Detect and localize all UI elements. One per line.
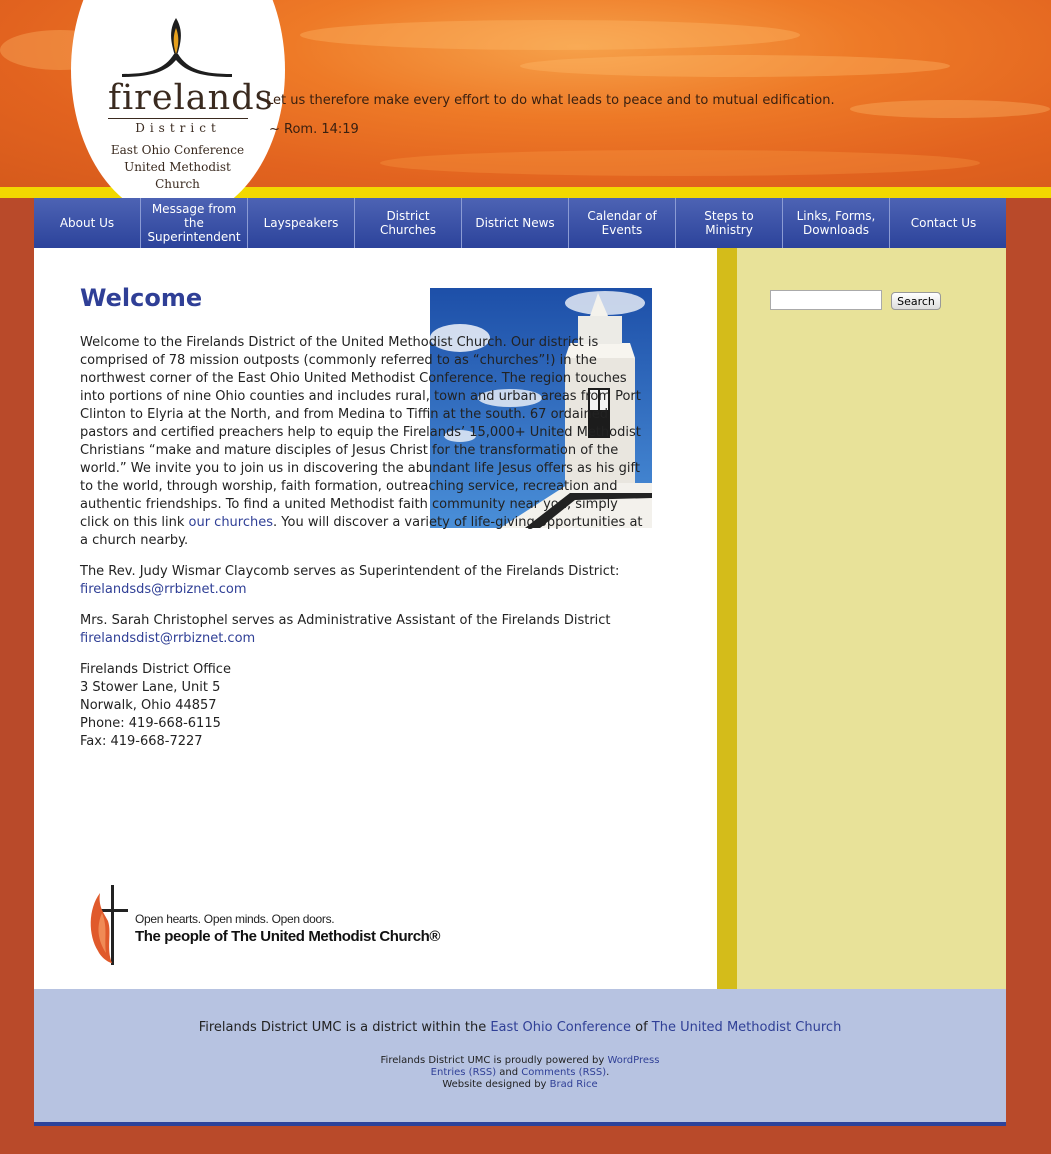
logo-conference-line2: United Methodist Church xyxy=(124,160,231,191)
intro-text: Welcome to the Firelands District of the… xyxy=(80,335,641,530)
nav-steps-to-ministry[interactable]: Steps to Ministry xyxy=(676,198,783,248)
office-street: 3 Stower Lane, Unit 5 xyxy=(80,680,221,695)
flame-hands-logo-icon xyxy=(122,18,232,77)
designed-text: Website designed by xyxy=(442,1079,550,1090)
east-ohio-conference-link[interactable]: East Ohio Conference xyxy=(490,1020,631,1035)
footer-powered-line: Firelands District UMC is proudly powere… xyxy=(34,1055,1006,1067)
umc-cross-flame-logo: Open hearts. Open minds. Open doors. The… xyxy=(84,883,444,967)
header-verse: Let us therefore make every effort to do… xyxy=(266,93,835,108)
logo-divider xyxy=(108,118,248,119)
rss-period: . xyxy=(606,1067,610,1078)
nav-links-forms[interactable]: Links, Forms, Downloads xyxy=(783,198,890,248)
wordpress-link[interactable]: WordPress xyxy=(607,1055,659,1066)
umc-tagline: Open hearts. Open minds. Open doors. xyxy=(135,912,335,926)
office-city: Norwalk, Ohio 44857 xyxy=(80,698,217,713)
cross-flame-icon xyxy=(90,885,128,965)
footer-description: Firelands District UMC is a district wit… xyxy=(34,1020,1006,1035)
powered-text: Firelands District UMC is proudly powere… xyxy=(380,1055,608,1066)
footer-rss-line: Entries (RSS) and Comments (RSS). xyxy=(34,1067,1006,1079)
footer-text-a: Firelands District UMC is a district wit… xyxy=(198,1020,491,1035)
superintendent-paragraph: The Rev. Judy Wismar Claycomb serves as … xyxy=(80,563,645,599)
assistant-email-link[interactable]: firelandsdist@rrbiznet.com xyxy=(80,631,255,646)
nav-layspeakers[interactable]: Layspeakers xyxy=(248,198,355,248)
sidebar xyxy=(737,248,1006,989)
office-name: Firelands District Office xyxy=(80,662,231,677)
office-address: Firelands District Office 3 Stower Lane, … xyxy=(80,661,645,751)
rss-and-text: and xyxy=(496,1067,522,1078)
logo-conference-line1: East Ohio Conference xyxy=(110,143,245,157)
footer-text-b: of xyxy=(630,1020,652,1035)
umc-link[interactable]: The United Methodist Church xyxy=(652,1020,842,1035)
umc-name: The people of The United Methodist Churc… xyxy=(135,928,441,945)
sidebar-divider xyxy=(717,248,737,989)
nav-contact-us[interactable]: Contact Us xyxy=(890,198,997,248)
footer-designer-line: Website designed by Brad Rice xyxy=(34,1079,1006,1091)
nav-calendar[interactable]: Calendar of Events xyxy=(569,198,676,248)
superintendent-text: The Rev. Judy Wismar Claycomb serves as … xyxy=(80,564,620,579)
logo-conference: East Ohio Conference United Methodist Ch… xyxy=(100,142,255,193)
assistant-paragraph: Mrs. Sarah Christophel serves as Adminis… xyxy=(80,612,645,648)
office-fax: Fax: 419-668-7227 xyxy=(80,734,203,749)
designer-link[interactable]: Brad Rice xyxy=(550,1079,598,1090)
comments-rss-link[interactable]: Comments (RSS) xyxy=(521,1067,606,1078)
superintendent-email-link[interactable]: firelandsds@rrbiznet.com xyxy=(80,582,247,597)
nav-message-superintendent[interactable]: Message from the Superintendent xyxy=(141,198,248,248)
logo-district: District xyxy=(135,121,221,135)
header-verse-reference: ~ Rom. 14:19 xyxy=(269,122,359,137)
nav-district-news[interactable]: District News xyxy=(462,198,569,248)
search-button[interactable]: Search xyxy=(891,292,941,310)
entries-rss-link[interactable]: Entries (RSS) xyxy=(431,1067,496,1078)
footer-credits: Firelands District UMC is proudly powere… xyxy=(34,1055,1006,1091)
welcome-body: Welcome to the Firelands District of the… xyxy=(80,334,645,764)
nav-district-churches[interactable]: District Churches xyxy=(355,198,462,248)
our-churches-link[interactable]: our churches xyxy=(189,515,274,530)
intro-paragraph: Welcome to the Firelands District of the… xyxy=(80,334,645,550)
nav-about-us[interactable]: About Us xyxy=(34,198,141,248)
page-title: Welcome xyxy=(80,284,203,312)
main-nav: About Us Message from the Superintendent… xyxy=(34,198,1006,248)
office-phone: Phone: 419-668-6115 xyxy=(80,716,221,731)
search-input[interactable] xyxy=(770,290,882,310)
footer-bottom-bar xyxy=(34,1122,1006,1126)
logo-wordmark: firelands xyxy=(108,78,274,118)
footer: Firelands District UMC is a district wit… xyxy=(34,989,1006,1123)
assistant-text: Mrs. Sarah Christophel serves as Adminis… xyxy=(80,613,611,628)
